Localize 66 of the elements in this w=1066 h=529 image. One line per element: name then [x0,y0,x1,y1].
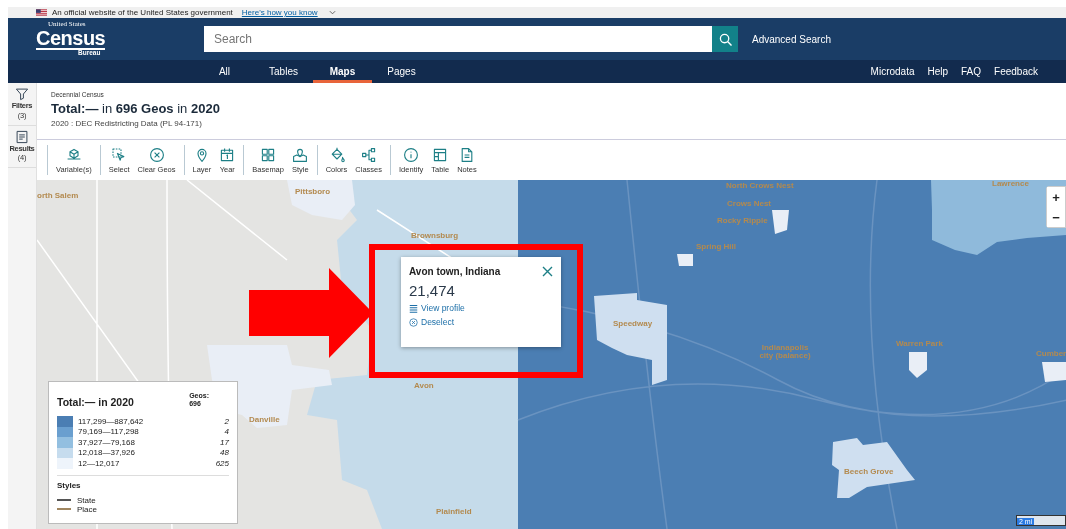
search-button[interactable] [712,26,738,52]
flag-icon [36,9,47,16]
close-icon [542,266,553,277]
circle-x-icon [148,146,165,163]
info-icon [403,146,420,163]
legend-count: 4 [224,427,229,437]
map-label: Speedway [613,320,653,328]
caret-icon [328,10,336,15]
list-icon [15,129,29,144]
dataset-subtitle: 2020 : DEC Redistricting Data (PL 94-171) [51,119,203,128]
filter-icon [15,87,29,101]
nodes-icon [360,146,377,163]
nav-tab[interactable]: All [195,60,254,83]
map-label: Warren Park [896,340,943,348]
nav-link[interactable]: Feedback [994,66,1038,77]
banner-text: An official website of the United States government [52,8,233,17]
advanced-search-link[interactable]: Advanced Search [752,33,831,45]
grid-icon [260,146,277,163]
map-label: Cumber [1036,350,1066,358]
nav-link[interactable]: Help [927,66,949,77]
map-label: Pittsboro [295,188,331,196]
cube-icon [65,146,82,163]
popup-link[interactable]: Deselect [409,317,553,327]
calendar-icon [219,146,236,163]
logo-wordmark: Census [36,28,106,51]
legend-range: 37,927—79,168 [78,437,136,447]
nav-link[interactable]: Microdata [870,66,915,77]
map-label: Lawrence [992,180,1029,188]
circle-x-icon [409,317,418,327]
legend-range: 117,299—887,642 [78,416,145,426]
map-label: Spring Hill [696,243,736,251]
search-icon [718,32,732,46]
map-label: Crows Nest [727,200,771,208]
legend-count: 48 [220,448,229,458]
map-label: Indianapolis city (balance) [758,344,812,360]
list-icon [409,303,418,313]
style-label: Place [77,504,97,514]
popup-link[interactable]: View profile [409,303,553,313]
legend-count: 625 [215,458,229,468]
map-label: North Crows Nest [726,182,794,190]
nav-tab[interactable]: Pages [372,60,431,83]
map-label: orth Salem [37,192,79,200]
close-button[interactable] [542,266,553,277]
nav-tab[interactable]: Tables [254,60,313,83]
legend-title: Total:— in 2020 [57,396,134,408]
map-label: Plainfield [436,508,472,516]
styles-title: Styles [57,480,82,490]
page-title: Total:— in 696 Geos in 2020 [51,101,221,116]
how-you-know-link[interactable]: Here's how you know [241,8,318,17]
map-label: Rocky Ripple [717,217,768,225]
search-field[interactable]: Search [204,26,712,52]
map-label: Avon [414,382,434,390]
table-icon [432,146,449,163]
nav-tab[interactable]: Maps [313,60,372,83]
legend-range: 12,018—37,926 [78,448,136,458]
map-label: Brownsburg [411,232,459,240]
legend-range: 79,169—117,298 [78,427,140,437]
map-label: Danville [249,416,280,424]
legend-range: 12—12,017 [78,458,121,468]
popup-title: Avon town, Indiana [409,266,501,277]
legend-count: 17 [220,437,229,447]
nav-link[interactable]: FAQ [961,66,982,77]
popup-value: 21,474 [409,282,456,299]
map-label: Beech Grove [844,468,894,476]
style-label: State [77,495,96,505]
legend-count: 2 [224,416,229,426]
